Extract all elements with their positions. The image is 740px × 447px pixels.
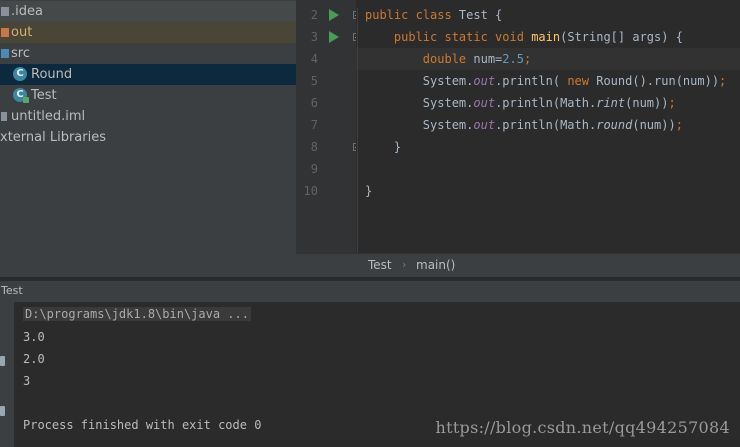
rerun-icon[interactable]: [0, 356, 5, 366]
breadcrumb-method[interactable]: main(): [416, 258, 455, 272]
console-output-line: 3: [23, 374, 31, 388]
line-number: 6: [310, 96, 318, 110]
run-main-icon[interactable]: [329, 31, 339, 43]
tree-item-label: .idea: [11, 4, 43, 19]
run-tab-title[interactable]: Test: [1, 284, 23, 297]
tree-item-label: Round: [31, 67, 73, 82]
class-icon: C: [13, 67, 27, 81]
indent-guide: [357, 8, 358, 253]
console-output-line: 2.0: [23, 352, 45, 366]
code-line-8: }: [365, 140, 402, 154]
code-line-5: System.out.println( new Round().run(num)…: [365, 74, 727, 88]
console-exit-message: Process finished with exit code 0: [23, 418, 262, 432]
tree-item-label: untitled.iml: [11, 109, 86, 124]
tree-item-idea[interactable]: .idea: [0, 1, 296, 22]
tree-item-untitled-iml[interactable]: untitled.iml: [0, 106, 296, 127]
code-line-6: System.out.println(Math.rint(num));: [365, 96, 676, 110]
line-number: 8: [310, 140, 318, 154]
code-line-4: double num=2.5;: [422, 52, 532, 66]
run-badge-icon: [23, 97, 29, 103]
tree-item-round[interactable]: C Round: [0, 64, 296, 85]
run-tool-window-header: Test: [0, 281, 740, 303]
breadcrumb: Test › main(): [296, 253, 740, 278]
code-line-2: public class Test {: [365, 8, 503, 22]
tree-item-label: Test: [31, 88, 57, 103]
code-line-10: }: [365, 184, 373, 198]
run-class-icon[interactable]: [329, 9, 339, 21]
tree-item-label: xternal Libraries: [0, 130, 106, 145]
editor-gutter: 2 3 4 5 6 7 8 9 10: [296, 0, 361, 253]
line-number: 3: [310, 30, 318, 44]
folder-icon: [1, 7, 9, 16]
console-command[interactable]: D:\programs\jdk1.8\bin\java ...: [23, 307, 251, 321]
line-number: 10: [303, 184, 318, 198]
module-file-icon: [1, 112, 7, 121]
run-toolbar: [0, 302, 14, 447]
tree-item-label: src: [11, 46, 30, 61]
breadcrumb-separator: ›: [402, 258, 407, 271]
console-output-line: 3.0: [23, 330, 45, 344]
source-folder-icon: [1, 49, 9, 58]
code-line-3: public static void main(String[] args) {: [393, 30, 683, 44]
tree-item-label: out: [11, 25, 33, 40]
project-tree-panel: .idea out src C Round C Test untitled.im…: [0, 0, 296, 277]
tree-item-out[interactable]: out: [0, 22, 296, 43]
tree-item-external-libraries[interactable]: xternal Libraries: [0, 127, 296, 148]
tree-item-src[interactable]: src: [0, 43, 296, 64]
breadcrumb-class[interactable]: Test: [368, 258, 392, 272]
tree-item-test[interactable]: C Test: [0, 85, 296, 106]
excluded-folder-icon: [1, 28, 9, 37]
stop-icon[interactable]: [0, 406, 5, 416]
code-line-7: System.out.println(Math.round(num));: [365, 118, 683, 132]
runnable-class-icon: C: [13, 88, 29, 103]
line-number: 7: [310, 118, 318, 132]
line-number: 9: [310, 162, 318, 176]
line-number: 2: [310, 8, 318, 22]
watermark: https://blog.csdn.net/qq494257084: [435, 418, 730, 437]
line-number: 5: [310, 74, 318, 88]
console-command-line[interactable]: D:\programs\jdk1.8\bin\java ...: [23, 306, 251, 322]
line-number: 4: [310, 52, 318, 66]
